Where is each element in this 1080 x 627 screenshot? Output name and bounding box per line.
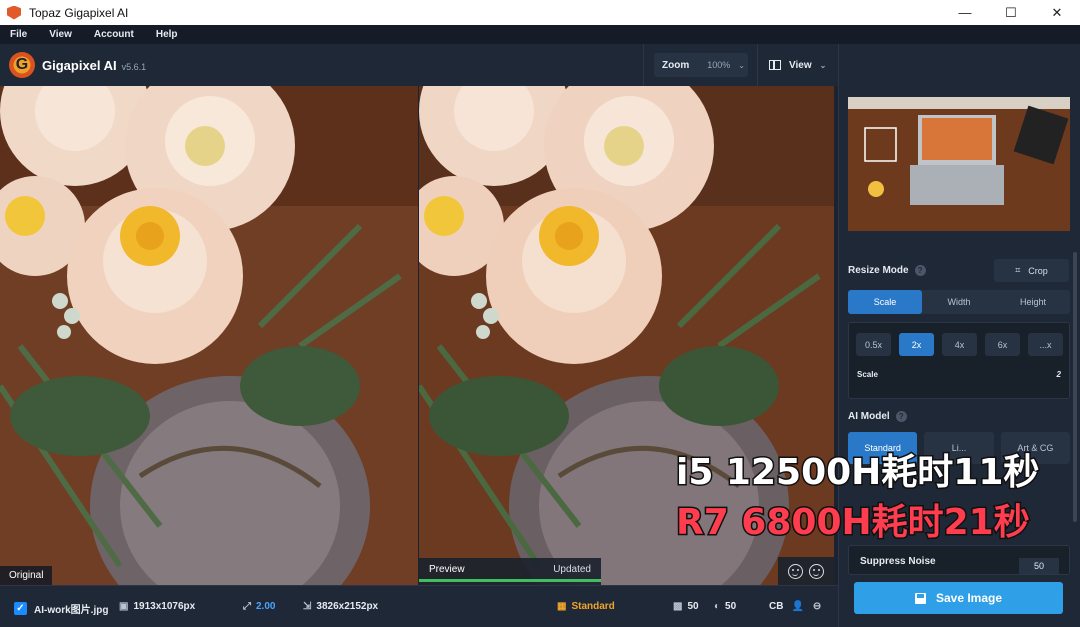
menu-help[interactable]: Help bbox=[156, 29, 178, 40]
window-controls: — ☐ ✕ bbox=[942, 0, 1080, 25]
crop-button[interactable]: ⌗ Crop bbox=[994, 259, 1069, 282]
noise-indicator: ▩ 50 bbox=[673, 601, 699, 612]
app-version: v5.6.1 bbox=[121, 61, 147, 72]
resize-mode-tabs: Scale Width Height bbox=[848, 290, 1070, 314]
zoom-value: 100% bbox=[707, 60, 731, 70]
zoom-label: Zoom bbox=[662, 59, 690, 71]
model-icon: ▦ bbox=[557, 601, 567, 612]
scale-value: 2.00 bbox=[256, 601, 276, 612]
toolbar-divider bbox=[643, 44, 644, 86]
preview-status-bar: Preview Updated bbox=[419, 558, 601, 585]
original-photo bbox=[0, 86, 418, 585]
tab-height[interactable]: Height bbox=[996, 290, 1070, 314]
toolbar-divider bbox=[757, 44, 758, 86]
navigator-thumbnail[interactable] bbox=[848, 97, 1070, 231]
chevron-down-icon: ⌄ bbox=[738, 60, 745, 70]
benchmark-overlay-line1: i5 12500H耗时11秒 bbox=[674, 451, 1040, 495]
scale-label: Scale bbox=[857, 370, 878, 379]
scale-option-4x[interactable]: 4x bbox=[942, 333, 977, 356]
preview-label: Preview bbox=[429, 564, 465, 575]
crop-label: Crop bbox=[1028, 265, 1048, 276]
sidebar-scrollbar[interactable] bbox=[1073, 252, 1077, 522]
crop-icon: ⌗ bbox=[1015, 265, 1021, 275]
app-logo-icon bbox=[7, 5, 21, 20]
cb-value: CB bbox=[769, 601, 784, 612]
help-icon[interactable]: ? bbox=[895, 411, 907, 422]
preview-progress-bar bbox=[419, 579, 601, 582]
save-image-button[interactable]: Save Image bbox=[854, 582, 1063, 614]
model-indicator: ▦ Standard bbox=[557, 601, 615, 612]
face-compare-icon[interactable] bbox=[809, 563, 824, 579]
tab-scale[interactable]: Scale bbox=[848, 290, 922, 314]
close-button[interactable]: ✕ bbox=[1034, 0, 1080, 25]
app-name: Gigapixel AI bbox=[42, 57, 117, 73]
window-title: Topaz Gigapixel AI bbox=[29, 5, 129, 20]
remove-icon[interactable]: ⊖ bbox=[813, 601, 821, 612]
tab-width[interactable]: Width bbox=[922, 290, 996, 314]
input-size: ▣ 1913x1076px bbox=[119, 601, 195, 612]
scale-option-2x[interactable]: 2x bbox=[899, 333, 934, 356]
view-label: View bbox=[789, 59, 812, 71]
output-size: ⇲ 3826x2152px bbox=[303, 601, 378, 612]
suppress-noise-input[interactable]: 50 bbox=[1019, 558, 1059, 574]
help-icon[interactable]: ? bbox=[914, 265, 926, 276]
file-entry[interactable]: ✓ AI-work图片.jpg bbox=[14, 601, 108, 616]
image-icon: ▣ bbox=[119, 601, 129, 612]
split-view-icon bbox=[769, 60, 781, 70]
face-tools bbox=[778, 557, 834, 585]
scale-indicator: ⤢ 2.00 bbox=[243, 601, 275, 612]
maximize-button[interactable]: ☐ bbox=[988, 0, 1034, 25]
expand-icon: ⤢ bbox=[243, 601, 251, 612]
model-value: Standard bbox=[571, 601, 615, 612]
save-icon bbox=[914, 592, 926, 604]
input-size-value: 1913x1076px bbox=[133, 601, 196, 612]
original-pane[interactable]: Original bbox=[0, 86, 418, 585]
suppress-noise-panel: Suppress Noise 50 bbox=[848, 545, 1070, 575]
blur-value: 50 bbox=[725, 601, 737, 612]
zoom-dropdown[interactable]: Zoom 100% ⌄ bbox=[654, 53, 748, 77]
file-status-bar: ✓ AI-work图片.jpg ▣ 1913x1076px ⤢ 2.00 ⇲ 3… bbox=[0, 585, 838, 627]
title-bar: Topaz Gigapixel AI — ☐ ✕ bbox=[0, 0, 1080, 25]
view-dropdown[interactable]: View ⌄ bbox=[769, 53, 826, 77]
file-name: AI-work图片.jpg bbox=[34, 605, 109, 616]
benchmark-overlay-line2: R7 6800H耗时21秒 bbox=[675, 501, 1032, 545]
scale-option-custom[interactable]: ...x bbox=[1028, 333, 1063, 356]
file-checkbox[interactable]: ✓ bbox=[14, 602, 27, 615]
chevron-down-icon: ⌄ bbox=[819, 60, 827, 70]
scale-options-panel: 0.5x 2x 4x 6x ...x Scale 2 bbox=[848, 322, 1070, 399]
blur-indicator: ◐ 50 bbox=[714, 601, 736, 612]
suppress-noise-label: Suppress Noise bbox=[860, 556, 936, 567]
scale-input[interactable]: 2 bbox=[1057, 370, 1061, 379]
scale-option-6x[interactable]: 6x bbox=[985, 333, 1020, 356]
scale-row: Scale 2 bbox=[857, 370, 1061, 379]
minimize-button[interactable]: — bbox=[942, 0, 988, 25]
ai-model-label: AI Model? bbox=[848, 411, 907, 422]
menu-account[interactable]: Account bbox=[94, 29, 134, 40]
cb-indicator: CB 👤 ⊖ bbox=[769, 601, 826, 612]
preview-progress-fill bbox=[419, 579, 601, 582]
output-size-value: 3826x2152px bbox=[316, 601, 379, 612]
menu-view[interactable]: View bbox=[49, 29, 72, 40]
menu-file[interactable]: File bbox=[10, 29, 27, 40]
preview-status: Updated bbox=[553, 564, 591, 575]
face-recovery-icon[interactable] bbox=[788, 563, 803, 579]
blur-icon: ◐ bbox=[714, 601, 721, 612]
menu-bar: File View Account Help bbox=[0, 25, 1080, 44]
toolbar: G Gigapixel AI v5.6.1 Zoom 100% ⌄ View ⌄ bbox=[0, 44, 838, 86]
scale-option-0.5x[interactable]: 0.5x bbox=[856, 333, 891, 356]
noise-value: 50 bbox=[687, 601, 699, 612]
resize-mode-label: Resize Mode? bbox=[848, 265, 926, 276]
original-label: Original bbox=[0, 566, 53, 585]
person-icon: 👤 bbox=[791, 601, 804, 612]
gigapixel-logo-icon: G bbox=[9, 52, 35, 78]
save-label: Save Image bbox=[935, 591, 1003, 605]
noise-icon: ▩ bbox=[673, 601, 683, 612]
resize-icon: ⇲ bbox=[303, 601, 312, 612]
